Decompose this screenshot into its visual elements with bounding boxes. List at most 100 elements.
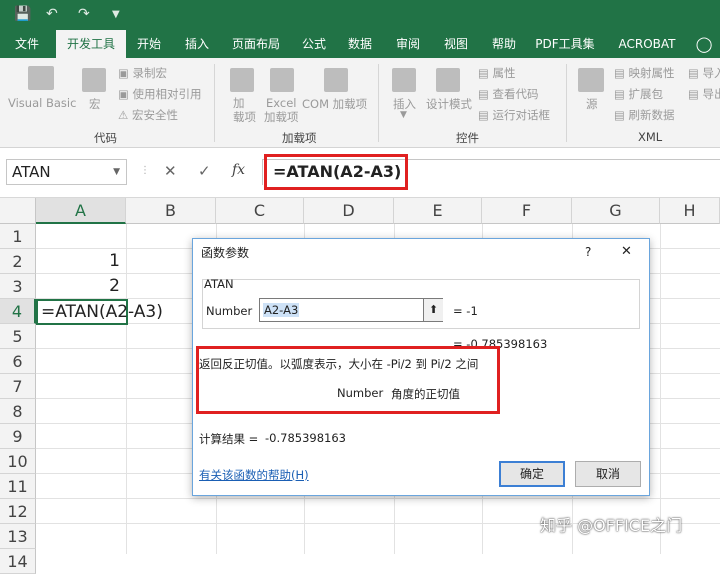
number-arg-value: A2-A3: [263, 303, 300, 317]
column-header[interactable]: D: [304, 198, 394, 224]
quick-access-toolbar: 💾 ↶ ↷ ▼: [0, 0, 720, 30]
chevron-down-icon: ▼: [400, 110, 407, 120]
row-header[interactable]: 13: [0, 524, 36, 549]
collapse-dialog-button[interactable]: ⬆: [423, 299, 443, 321]
undo-icon[interactable]: ↶: [46, 6, 58, 22]
macro-button[interactable]: 宏: [89, 96, 101, 112]
column-header[interactable]: E: [394, 198, 482, 224]
expansion-pack-label: 扩展包: [628, 87, 664, 101]
row-header[interactable]: 7: [0, 374, 36, 399]
tab-insert[interactable]: 插入: [178, 30, 216, 58]
column-header[interactable]: G: [572, 198, 660, 224]
tab-developer[interactable]: 开发工具: [56, 30, 126, 58]
tab-file[interactable]: 文件: [6, 30, 48, 58]
row-header[interactable]: 10: [0, 449, 36, 474]
excel-addins-button[interactable]: Excel 加载项: [264, 96, 299, 124]
run-dialog-button[interactable]: ▤ 运行对话框: [478, 107, 550, 123]
highlight-box: [196, 346, 500, 414]
row-header[interactable]: 1: [0, 224, 36, 249]
map-properties-label: 映射属性: [628, 66, 675, 80]
properties-button[interactable]: ▤ 属性: [478, 65, 516, 81]
design-mode-icon: [436, 68, 460, 92]
column-header[interactable]: B: [126, 198, 216, 224]
arg-label: Number: [206, 304, 253, 318]
map-properties-button[interactable]: ▤ 映射属性: [614, 65, 675, 81]
cancel-button[interactable]: 取消: [575, 461, 641, 487]
xml-source-icon: [578, 68, 604, 92]
tab-home[interactable]: 开始: [130, 30, 168, 58]
chevron-down-icon[interactable]: ▼: [113, 160, 120, 184]
close-icon[interactable]: ✕: [621, 244, 632, 259]
arg-result: = -1: [453, 304, 478, 318]
com-addins-button[interactable]: COM 加载项: [302, 96, 367, 112]
calc-result-label: 计算结果 =: [199, 432, 259, 446]
group-label-xml: XML: [638, 130, 663, 144]
row-header[interactable]: 5: [0, 324, 36, 349]
column-header[interactable]: C: [216, 198, 304, 224]
visual-basic-button[interactable]: Visual Basic: [8, 96, 76, 110]
row-header[interactable]: 12: [0, 499, 36, 524]
insert-function-button[interactable]: fx: [232, 162, 245, 178]
name-box[interactable]: ATAN ▼: [6, 159, 127, 185]
gear-icon: [270, 68, 294, 92]
refresh-data-button[interactable]: ▤ 刷新数据: [614, 107, 675, 123]
tab-view[interactable]: 视图: [438, 30, 474, 58]
tab-pdf-tools[interactable]: PDF工具集: [534, 30, 596, 58]
xml-source-button[interactable]: 源: [586, 96, 598, 112]
run-dialog-label: 运行对话框: [492, 108, 551, 122]
com-addin-icon: [324, 68, 348, 92]
cell-a4-value: =ATAN(A2-A3): [41, 302, 163, 322]
record-macro-label: 录制宏: [132, 66, 168, 80]
enter-formula-button[interactable]: ✓: [198, 162, 211, 180]
ok-button[interactable]: 确定: [499, 461, 565, 487]
highlight-box: [264, 154, 408, 190]
name-box-value: ATAN: [12, 163, 51, 181]
tab-review[interactable]: 审阅: [390, 30, 426, 58]
tab-formulas[interactable]: 公式: [296, 30, 332, 58]
tab-data[interactable]: 数据: [342, 30, 378, 58]
customize-qat-icon[interactable]: ▼: [112, 9, 120, 20]
ribbon: Visual Basic 宏 ▣ 录制宏 ▣ 使用相对引用 ⚠ 宏安全性 代码 …: [0, 58, 720, 148]
row-header[interactable]: 2: [0, 249, 36, 274]
tab-help[interactable]: 帮助: [486, 30, 522, 58]
view-code-label: 查看代码: [492, 87, 539, 101]
save-icon[interactable]: 💾: [14, 6, 31, 22]
row-header[interactable]: 4: [0, 299, 36, 324]
import-label: 导入: [702, 66, 720, 80]
group-separator: [566, 64, 567, 142]
cell-a2[interactable]: 1: [36, 251, 124, 271]
lightbulb-icon[interactable]: ◯: [692, 30, 716, 58]
calc-result-value: -0.785398163: [265, 431, 346, 445]
row-header[interactable]: 9: [0, 424, 36, 449]
redo-icon[interactable]: ↷: [78, 6, 90, 22]
column-header[interactable]: A: [36, 198, 126, 224]
expansion-pack-button[interactable]: ▤ 扩展包: [614, 86, 663, 102]
tab-page-layout[interactable]: 页面布局: [226, 30, 286, 58]
cancel-formula-button[interactable]: ✕: [164, 162, 177, 180]
row-header[interactable]: 3: [0, 274, 36, 299]
cell-a3[interactable]: 2: [36, 276, 124, 296]
watermark: 知乎 @OFFICE之门: [540, 516, 683, 535]
gridline: [36, 498, 720, 499]
addins-button[interactable]: 加 载项: [233, 96, 256, 124]
group-label-controls: 控件: [456, 131, 479, 145]
design-mode-button[interactable]: 设计模式: [426, 96, 472, 112]
cell-a4-active[interactable]: =ATAN(A2-A3): [36, 299, 163, 325]
import-button[interactable]: ▤ 导入: [688, 65, 720, 81]
select-all-corner[interactable]: [0, 198, 36, 224]
number-arg-input[interactable]: A2-A3: [259, 298, 443, 322]
column-header[interactable]: F: [482, 198, 572, 224]
column-header[interactable]: H: [660, 198, 720, 224]
export-button[interactable]: ▤ 导出: [688, 86, 720, 102]
row-header[interactable]: 11: [0, 474, 36, 499]
relative-ref-button[interactable]: ▣ 使用相对引用: [118, 86, 202, 102]
help-icon[interactable]: ?: [585, 245, 591, 259]
macro-security-button[interactable]: ⚠ 宏安全性: [118, 107, 178, 123]
view-code-button[interactable]: ▤ 查看代码: [478, 86, 539, 102]
tab-acrobat[interactable]: ACROBAT: [612, 30, 682, 58]
row-header[interactable]: 6: [0, 349, 36, 374]
row-header[interactable]: 8: [0, 399, 36, 424]
function-help-link[interactable]: 有关该函数的帮助(H): [199, 467, 309, 483]
row-header[interactable]: 14: [0, 549, 36, 574]
record-macro-button[interactable]: ▣ 录制宏: [118, 65, 167, 81]
